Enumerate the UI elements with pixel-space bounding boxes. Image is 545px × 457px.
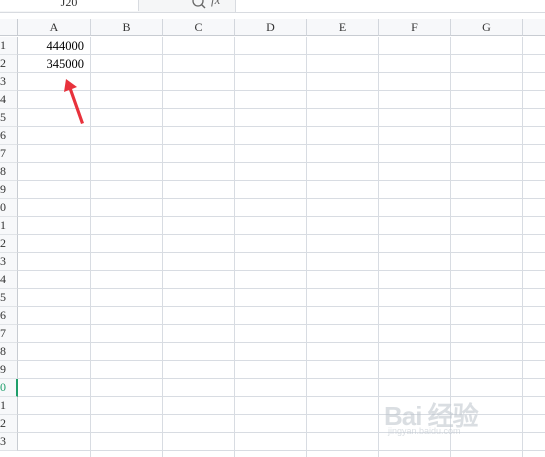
gridline bbox=[18, 216, 545, 217]
row-header[interactable]: 5 bbox=[0, 289, 18, 307]
row-header[interactable]: 4 bbox=[0, 271, 18, 289]
select-all-corner[interactable] bbox=[0, 19, 18, 36]
row-header[interactable]: 6 bbox=[0, 127, 18, 145]
gridline bbox=[18, 108, 545, 109]
row-header[interactable]: 0 bbox=[0, 199, 18, 217]
formula-input[interactable] bbox=[236, 0, 545, 12]
row-header[interactable]: 3 bbox=[0, 253, 18, 271]
cell-a1[interactable]: 444000 bbox=[18, 37, 90, 54]
row-header[interactable]: 6 bbox=[0, 307, 18, 325]
gridline bbox=[18, 324, 545, 325]
row-header[interactable]: 0 bbox=[0, 379, 18, 397]
row-header[interactable]: 9 bbox=[0, 181, 18, 199]
column-header-c[interactable]: C bbox=[163, 19, 235, 36]
gridline bbox=[18, 72, 545, 73]
row-header[interactable]: 7 bbox=[0, 325, 18, 343]
row-header[interactable]: 9 bbox=[0, 361, 18, 379]
watermark-subtext: jingyan.baidu.com bbox=[388, 426, 461, 436]
gridline bbox=[18, 270, 545, 271]
row-header[interactable]: 8 bbox=[0, 163, 18, 181]
gridline bbox=[18, 234, 545, 235]
gridline bbox=[18, 162, 545, 163]
column-header-e[interactable]: E bbox=[307, 19, 379, 36]
gridline bbox=[18, 306, 545, 307]
row-header[interactable]: 2 bbox=[0, 55, 18, 73]
row-header[interactable]: 2 bbox=[0, 415, 18, 433]
column-header-f[interactable]: F bbox=[379, 19, 451, 36]
name-box[interactable]: J20 bbox=[0, 0, 139, 11]
row-header[interactable]: 7 bbox=[0, 145, 18, 163]
row-header[interactable]: 4 bbox=[0, 91, 18, 109]
baidu-watermark: Bai 经验 jingyan.baidu.com bbox=[384, 392, 524, 442]
gridline bbox=[18, 450, 545, 451]
gridline bbox=[18, 378, 545, 379]
row-header[interactable]: 1 bbox=[0, 37, 18, 55]
row-header[interactable]: 1 bbox=[0, 397, 18, 415]
gridline bbox=[18, 126, 545, 127]
row-header[interactable]: 1 bbox=[0, 217, 18, 235]
formula-bar: J20 fx bbox=[0, 0, 545, 13]
gridline bbox=[18, 54, 545, 55]
gridline bbox=[90, 37, 91, 457]
gridline bbox=[18, 252, 545, 253]
gridline bbox=[18, 180, 545, 181]
cell-a2[interactable]: 345000 bbox=[18, 55, 90, 72]
gridline bbox=[18, 360, 545, 361]
column-header-d[interactable]: D bbox=[235, 19, 307, 36]
column-header-b[interactable]: B bbox=[91, 19, 163, 36]
red-arrow-icon bbox=[64, 79, 84, 124]
formula-tools: fx bbox=[139, 0, 236, 12]
gridline bbox=[234, 37, 235, 457]
gridline bbox=[306, 37, 307, 457]
magnifier-icon[interactable] bbox=[191, 0, 207, 11]
gridline bbox=[18, 288, 545, 289]
row-header[interactable]: 2 bbox=[0, 235, 18, 253]
gridline bbox=[162, 37, 163, 457]
row-header[interactable]: 3 bbox=[0, 433, 18, 451]
row-header[interactable]: 5 bbox=[0, 109, 18, 127]
column-header-h[interactable] bbox=[523, 19, 545, 36]
column-header-a[interactable]: A bbox=[18, 19, 91, 36]
row-header[interactable]: 8 bbox=[0, 343, 18, 361]
fx-icon[interactable]: fx bbox=[211, 0, 220, 8]
gridline bbox=[18, 198, 545, 199]
gridline bbox=[18, 144, 545, 145]
gridline bbox=[18, 90, 545, 91]
row-header[interactable]: 3 bbox=[0, 73, 18, 91]
gridline bbox=[378, 37, 379, 457]
column-header-g[interactable]: G bbox=[451, 19, 523, 36]
gridline bbox=[18, 342, 545, 343]
